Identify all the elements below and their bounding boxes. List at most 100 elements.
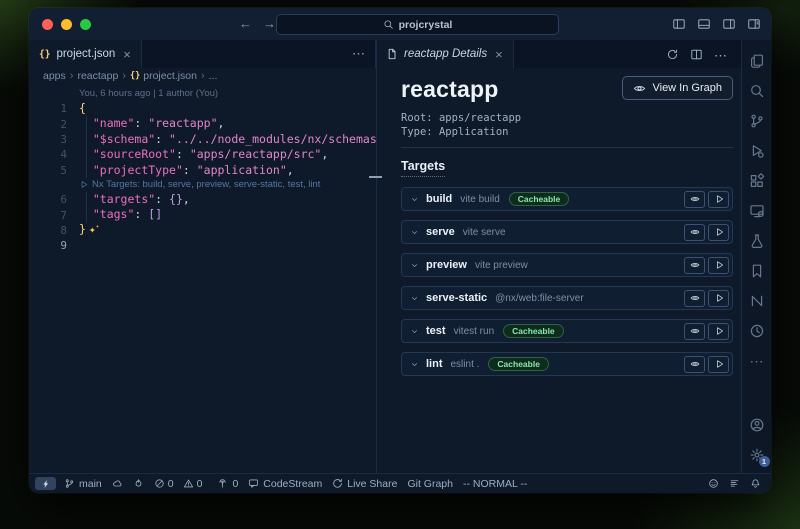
- activity-bookmarks-icon[interactable]: [742, 256, 772, 286]
- status-remote[interactable]: [35, 477, 56, 490]
- status-problems[interactable]: 00: [149, 474, 213, 493]
- layout-customize-icon[interactable]: [747, 17, 761, 31]
- command-center-search[interactable]: projcrystal: [276, 14, 559, 35]
- chevron-down-icon[interactable]: [410, 327, 419, 336]
- target-row-serve[interactable]: servevite serve: [401, 220, 733, 244]
- explorer-icon: [749, 53, 765, 69]
- error-circle-icon: [154, 478, 165, 489]
- view-in-graph-button[interactable]: View In Graph: [622, 76, 733, 100]
- view-target-button[interactable]: [684, 224, 705, 241]
- target-row-serve-static[interactable]: serve-static@nx/web:file-server: [401, 286, 733, 310]
- status-publish[interactable]: [107, 474, 128, 493]
- target-row-lint[interactable]: linteslint .Cacheable: [401, 352, 733, 376]
- close-tab-icon[interactable]: ×: [123, 48, 131, 61]
- tab-project-json[interactable]: {} project.json ×: [29, 40, 142, 68]
- status-broadcast[interactable]: 0: [212, 474, 243, 493]
- view-target-button[interactable]: [684, 356, 705, 373]
- activity-settings-icon[interactable]: 1: [742, 440, 772, 470]
- activity-more-icon[interactable]: ⋯: [742, 346, 772, 376]
- view-target-button[interactable]: [684, 191, 705, 208]
- tab-reactapp-details[interactable]: reactapp Details ×: [376, 40, 514, 68]
- activity-extensions-icon[interactable]: [742, 166, 772, 196]
- target-row-preview[interactable]: previewvite preview: [401, 253, 733, 277]
- activity-run-debug-icon[interactable]: [742, 136, 772, 166]
- target-row-build[interactable]: buildvite buildCacheable: [401, 187, 733, 211]
- status-branch[interactable]: main: [59, 474, 107, 493]
- left-group-more-actions[interactable]: ⋯: [352, 40, 375, 68]
- run-target-button[interactable]: [708, 323, 729, 340]
- breadcrumb-separator: ›: [70, 70, 74, 82]
- activity-source-control-icon[interactable]: [742, 106, 772, 136]
- run-target-button[interactable]: [708, 191, 729, 208]
- activity-search-icon[interactable]: [742, 76, 772, 106]
- activity-remote-explorer-icon[interactable]: [742, 196, 772, 226]
- code-line-content: "sourceRoot": "apps/reactapp/src",: [67, 147, 376, 162]
- activity-testing-icon[interactable]: [742, 226, 772, 256]
- layout-panel-bottom-icon[interactable]: [697, 17, 711, 31]
- view-target-button[interactable]: [684, 290, 705, 307]
- code-token: "tags": [93, 207, 135, 221]
- close-tab-icon[interactable]: ×: [495, 48, 503, 61]
- target-row-test[interactable]: testvitest runCacheable: [401, 319, 733, 343]
- bookmarks-icon: [749, 263, 765, 279]
- view-target-button[interactable]: [684, 257, 705, 274]
- chevron-down-icon[interactable]: [410, 195, 419, 204]
- chevron-down-icon[interactable]: [410, 294, 419, 303]
- breadcrumb-item-reactapp[interactable]: reactapp: [77, 70, 118, 82]
- more-icon[interactable]: ⋯: [714, 48, 727, 61]
- root-value: apps/reactapp: [439, 112, 521, 124]
- editor-sash-marker[interactable]: [369, 176, 382, 178]
- codelens-text: Nx Targets: build, serve, preview, serve…: [67, 177, 376, 192]
- back-icon[interactable]: ←: [239, 16, 252, 31]
- status-vim-mode[interactable]: -- NORMAL --: [458, 474, 532, 493]
- codelens-row: You, 6 hours ago | 1 author (You): [79, 86, 376, 101]
- status-label: CodeStream: [263, 478, 322, 490]
- activity-explorer-icon[interactable]: [742, 46, 772, 76]
- status-git-graph[interactable]: Git Graph: [402, 474, 458, 493]
- zoom-window-button[interactable]: [80, 19, 91, 30]
- status-live-share[interactable]: Live Share: [327, 474, 402, 493]
- chevron-down-icon[interactable]: [410, 360, 419, 369]
- chevron-down-icon[interactable]: [410, 261, 419, 270]
- line-number: 9: [29, 239, 67, 252]
- minimize-window-button[interactable]: [61, 19, 72, 30]
- play-icon: [714, 326, 724, 336]
- indent-guide: [86, 132, 87, 147]
- breadcrumb-item-project-json[interactable]: {}project.json: [130, 70, 197, 82]
- run-target-button[interactable]: [708, 356, 729, 373]
- code-line-content: "$schema": "../../node_modules/nx/schema…: [67, 132, 376, 147]
- split-editor-icon[interactable]: [690, 48, 703, 61]
- activity-bar-bottom: 1: [742, 410, 772, 474]
- status-formatter[interactable]: [724, 478, 745, 489]
- breadcrumb-item--[interactable]: ...: [209, 70, 218, 82]
- run-target-button[interactable]: [708, 224, 729, 241]
- codelens-git[interactable]: You, 6 hours ago | 1 author (You): [29, 87, 376, 101]
- refresh-icon[interactable]: [666, 48, 679, 61]
- status-feedback[interactable]: [703, 478, 724, 489]
- forward-icon[interactable]: →: [263, 16, 276, 31]
- chevron-down-icon[interactable]: [410, 228, 419, 237]
- breadcrumb-item-apps[interactable]: apps: [43, 70, 66, 82]
- layout-sidebar-right-icon[interactable]: [722, 17, 736, 31]
- run-target-button[interactable]: [708, 290, 729, 307]
- code-editor[interactable]: You, 6 hours ago | 1 author (You)1{2 "na…: [29, 84, 376, 254]
- layout-sidebar-left-icon[interactable]: [672, 17, 686, 31]
- codelens-nx[interactable]: Nx Targets: build, serve, preview, serve…: [29, 178, 376, 192]
- view-target-button[interactable]: [684, 323, 705, 340]
- file-icon: [386, 48, 398, 60]
- run-target-button[interactable]: [708, 257, 729, 274]
- breadcrumb-label: apps: [43, 70, 66, 82]
- broadcast-icon: [217, 478, 228, 489]
- view-in-graph-label: View In Graph: [652, 82, 722, 94]
- close-window-button[interactable]: [42, 19, 53, 30]
- target-name: preview: [426, 259, 467, 271]
- branch-icon: [64, 478, 75, 489]
- activity-account-icon[interactable]: [742, 410, 772, 440]
- status-flame[interactable]: [128, 474, 149, 493]
- ai-sparkle-icon: ✦: [89, 223, 99, 236]
- status-codestream[interactable]: CodeStream: [243, 474, 327, 493]
- activity-nx-console-icon[interactable]: [742, 286, 772, 316]
- status-notifications[interactable]: [745, 478, 766, 489]
- activity-time-tracker-icon[interactable]: [742, 316, 772, 346]
- target-name: lint: [426, 358, 443, 370]
